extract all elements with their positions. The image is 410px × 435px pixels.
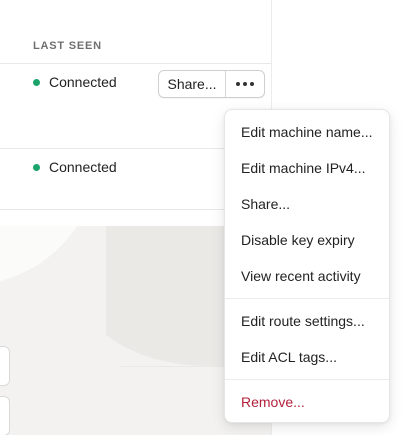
menu-item-edit-machine-name[interactable]: Edit machine name... [241,124,373,140]
menu-item-edit-route-settings[interactable]: Edit route settings... [241,313,365,329]
menu-item-edit-machine-ipv4[interactable]: Edit machine IPv4... [241,160,366,176]
menu-item-view-recent-activity[interactable]: View recent activity [241,268,361,284]
menu-separator [225,298,389,299]
machine-actions-menu: Edit machine name... Edit machine IPv4..… [224,109,390,423]
illustration-circle [0,226,100,286]
row-2-status-label: Connected [49,159,117,175]
header-divider [0,63,272,64]
column-header-last-seen: LAST SEEN [33,40,102,52]
menu-item-edit-acl-tags[interactable]: Edit ACL tags... [241,349,337,365]
menu-item-share[interactable]: Share... [241,196,290,212]
share-button[interactable]: Share... [159,71,226,97]
more-options-button[interactable] [226,71,264,97]
row-1-actions: Share... [158,70,265,98]
row-1-status-label: Connected [49,74,117,90]
input-field-stub[interactable] [0,396,10,435]
input-field-stub[interactable] [0,346,10,386]
menu-item-remove[interactable]: Remove... [241,394,305,410]
ellipsis-icon [236,82,240,86]
row-2-status: Connected [33,159,117,175]
menu-separator [225,379,389,380]
connected-status-dot-icon [33,163,40,171]
menu-item-disable-key-expiry[interactable]: Disable key expiry [241,232,355,248]
row-1-status: Connected [33,74,117,90]
connected-status-dot-icon [33,78,40,86]
